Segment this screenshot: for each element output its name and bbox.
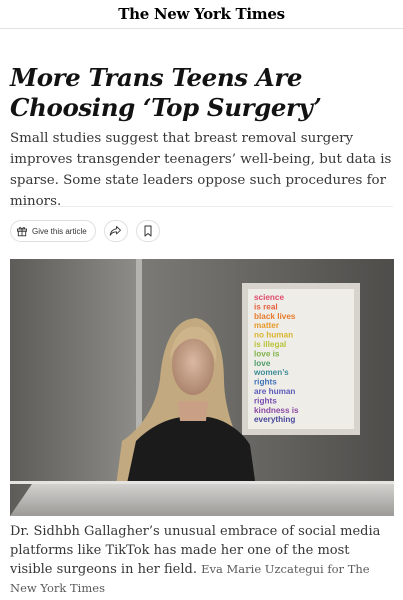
poster-line: are human xyxy=(254,387,295,396)
bookmark-icon xyxy=(143,222,153,241)
poster-line: rights xyxy=(254,378,277,387)
poster-line: rights xyxy=(254,396,277,405)
poster-line: kindness is xyxy=(254,406,299,415)
poster-line: is real xyxy=(254,302,278,311)
poster-line: women’s xyxy=(253,368,289,377)
article-photo: science is real black lives matter no human i… xyxy=(10,259,394,516)
wall-poster: scienceis realblack livesmatterno humani… xyxy=(242,283,360,435)
poster-line: is illegal xyxy=(254,340,286,349)
article-summary: Small studies suggest that breast remova… xyxy=(10,131,392,209)
poster-line: love xyxy=(254,359,271,368)
masthead: The New York Times xyxy=(0,0,403,29)
give-article-button[interactable]: Give this article xyxy=(10,220,96,242)
article-actions: Give this article xyxy=(10,219,160,243)
save-button[interactable] xyxy=(135,220,160,242)
divider xyxy=(10,206,393,207)
give-article-label: Give this article xyxy=(32,226,87,236)
article-headline: More Trans Teens Are Choosing ‘Top Surge… xyxy=(10,63,322,122)
photo-caption: Dr. Sidhbh Gallagher’s unusual embrace o… xyxy=(10,522,395,598)
poster-line: science xyxy=(254,293,284,302)
poster-line: no human xyxy=(254,331,293,340)
gift-icon xyxy=(16,222,28,241)
share-icon xyxy=(109,222,122,241)
poster-line: everything xyxy=(254,415,295,424)
poster-line: love is xyxy=(254,349,280,358)
poster-line: black lives xyxy=(254,312,296,321)
share-button[interactable] xyxy=(103,220,128,242)
poster-line: matter xyxy=(254,321,280,330)
nyt-logo[interactable]: The New York Times xyxy=(118,5,285,23)
